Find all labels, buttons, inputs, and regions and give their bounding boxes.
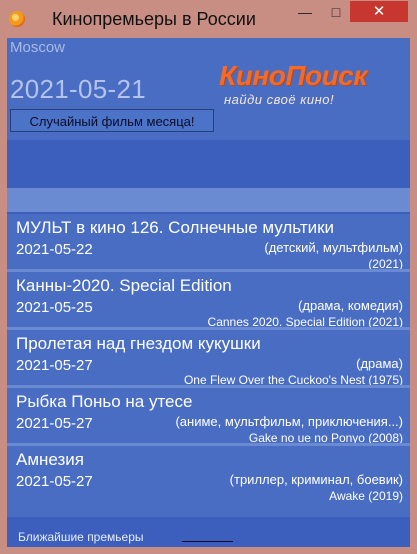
premieres-list: МУЛЬТ в кино 126. Солнечные мультики 202… <box>7 214 410 504</box>
footer: Ближайшие премьеры <box>7 517 410 547</box>
movie-genres: (драма, комедия) <box>298 298 403 313</box>
logo-text: КиноПоиск <box>219 60 367 91</box>
title-bar[interactable]: Кинопремьеры в России — □ ✕ <box>0 0 417 38</box>
client-area: Moscow 2021-05-21 КиноПоиск найди своё к… <box>7 38 410 547</box>
close-button[interactable]: ✕ <box>350 1 408 22</box>
movie-title: Амнезия <box>16 450 84 469</box>
movie-original-title: Awake (2019) <box>329 489 403 503</box>
maximize-button[interactable]: □ <box>323 2 349 22</box>
movie-genres: (триллер, криминал, боевик) <box>229 472 403 487</box>
list-item[interactable]: Канны-2020. Special Edition 2021-05-25 (… <box>7 272 410 330</box>
movie-date: 2021-05-27 <box>16 473 93 490</box>
movie-date: 2021-05-22 <box>16 241 93 258</box>
list-item[interactable]: МУЛЬТ в кино 126. Солнечные мультики 202… <box>7 214 410 272</box>
list-item[interactable]: Рыбка Поньо на утесе 2021-05-27 (аниме, … <box>7 388 410 446</box>
movie-title: МУЛЬТ в кино 126. Солнечные мультики <box>16 218 335 237</box>
movie-title: Канны-2020. Special Edition <box>16 276 232 295</box>
movie-genres: (драма) <box>356 356 403 371</box>
movie-genres: (детский, мультфильм) <box>264 240 403 255</box>
movie-genres: (аниме, мультфильм, приключения...) <box>175 414 403 429</box>
city-label: Moscow <box>10 39 66 56</box>
list-item[interactable]: Пролетая над гнездом кукушки 2021-05-27 … <box>7 330 410 388</box>
divider-strip <box>7 188 410 212</box>
logo-tagline: найди своё кино! <box>224 92 335 107</box>
movie-title: Пролетая над гнездом кукушки <box>16 334 261 353</box>
app-icon[interactable] <box>9 11 25 27</box>
footer-underline <box>182 541 233 542</box>
movie-title: Рыбка Поньо на утесе <box>16 392 193 411</box>
random-movie-button[interactable]: Случайный фильм месяца! <box>10 109 214 132</box>
upcoming-premieres-label[interactable]: Ближайшие премьеры <box>18 530 144 544</box>
movie-date: 2021-05-27 <box>16 357 93 374</box>
movie-date: 2021-05-25 <box>16 299 93 316</box>
list-item[interactable]: Амнезия 2021-05-27 (триллер, криминал, б… <box>7 446 410 504</box>
kinopoisk-logo[interactable]: КиноПоиск найди своё кино! <box>219 60 406 112</box>
current-date: 2021-05-21 <box>10 74 146 104</box>
window-title: Кинопремьеры в России <box>52 9 256 29</box>
minimize-button[interactable]: — <box>292 2 318 22</box>
movie-date: 2021-05-27 <box>16 415 93 432</box>
